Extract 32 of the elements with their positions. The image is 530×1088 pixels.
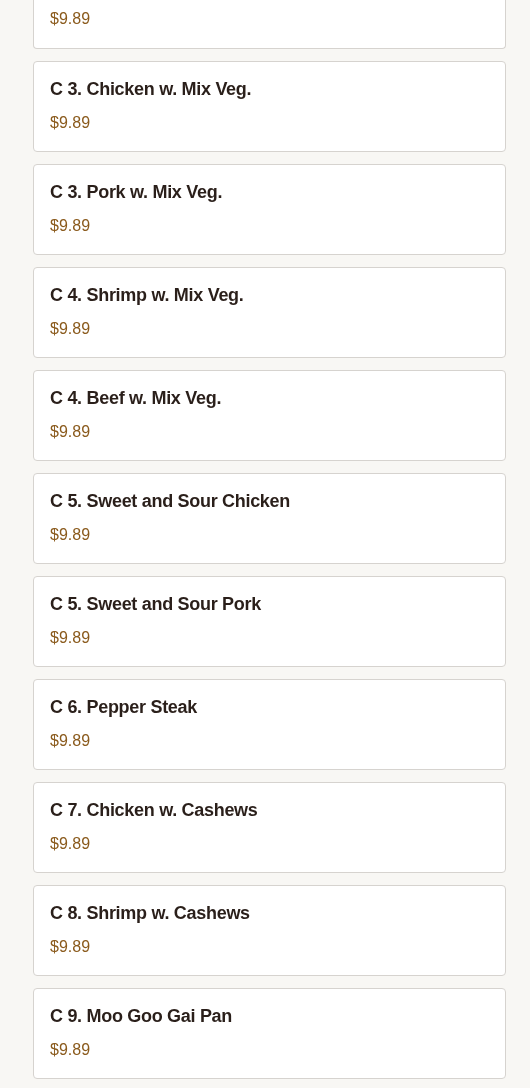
- menu-item-card[interactable]: C 5. Sweet and Sour Pork $9.89: [33, 576, 506, 667]
- item-name: C 5. Sweet and Sour Pork: [50, 593, 262, 616]
- item-price: $9.89: [50, 525, 92, 545]
- item-price: $9.89: [50, 9, 92, 29]
- item-name: C 5. Sweet and Sour Chicken: [50, 490, 291, 513]
- item-name: C 9. Moo Goo Gai Pan: [50, 1005, 234, 1028]
- menu-item-card[interactable]: C 6. Pepper Steak $9.89: [33, 679, 506, 770]
- item-price: $9.89: [50, 834, 92, 854]
- menu-item-card[interactable]: C 4. Beef w. Mix Veg. $9.89: [33, 370, 506, 461]
- item-name: C 8. Shrimp w. Cashews: [50, 902, 251, 925]
- item-price: $9.89: [50, 937, 92, 957]
- menu-item-card[interactable]: C 3. Pork w. Mix Veg. $9.89: [33, 164, 506, 255]
- menu-item-card[interactable]: C 9. Moo Goo Gai Pan $9.89: [33, 988, 506, 1079]
- item-price: $9.89: [50, 731, 92, 751]
- item-price: $9.89: [50, 113, 92, 133]
- menu-item-card[interactable]: C 4. Shrimp w. Mix Veg. $9.89: [33, 267, 506, 358]
- menu-item-card[interactable]: C 7. Chicken w. Cashews $9.89: [33, 782, 506, 873]
- menu-item-card[interactable]: C 3. Chicken w. Mix Veg. $9.89: [33, 61, 506, 152]
- item-price: $9.89: [50, 628, 92, 648]
- item-name: C 3. Chicken w. Mix Veg.: [50, 78, 253, 101]
- item-name: C 4. Shrimp w. Mix Veg.: [50, 284, 245, 307]
- item-price: $9.89: [50, 216, 92, 236]
- menu-item-card[interactable]: C 8. Shrimp w. Cashews $9.89: [33, 885, 506, 976]
- item-name: C 7. Chicken w. Cashews: [50, 799, 259, 822]
- item-price: $9.89: [50, 319, 92, 339]
- item-name: C 6. Pepper Steak: [50, 696, 198, 719]
- item-price: $9.89: [50, 1040, 92, 1060]
- item-name: C 4. Beef w. Mix Veg.: [50, 387, 223, 410]
- menu-item-card[interactable]: $9.89: [33, 0, 506, 49]
- menu-item-card[interactable]: C 5. Sweet and Sour Chicken $9.89: [33, 473, 506, 564]
- item-price: $9.89: [50, 422, 92, 442]
- item-name: C 3. Pork w. Mix Veg.: [50, 181, 224, 204]
